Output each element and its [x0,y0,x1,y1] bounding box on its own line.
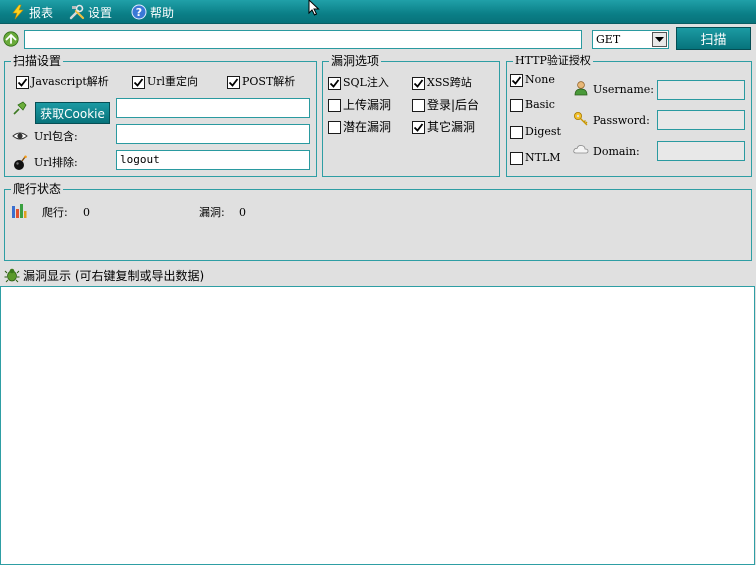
menu-item-report[interactable]: 报表 [10,4,53,20]
checkbox-auth-none[interactable] [510,73,523,87]
scan-settings-group: 扫描设置 Javascript解析 Url重定向 POST解析 获取Cookie… [4,54,317,177]
vuln-count-label: 漏洞: [199,206,225,219]
checkbox-other[interactable] [412,120,425,134]
bar-chart-icon [12,204,27,218]
vuln-upload-label: 上传漏洞 [343,98,392,112]
url-include-input[interactable] [116,124,310,144]
bug-icon [4,268,20,283]
menu-item-settings[interactable]: 设置 [69,4,112,20]
vuln-sql-injection-label: SQL注入 [343,76,389,89]
http-auth-title: HTTP验证授权 [513,54,593,68]
checkbox-url-redirect[interactable] [132,75,145,89]
get-cookie-button[interactable]: 获取Cookie [35,102,110,124]
checkbox-auth-ntlm[interactable] [510,151,523,165]
scan-button[interactable]: 扫描 [676,27,751,50]
menu-item-report-label: 报表 [29,5,54,20]
menu-item-help[interactable]: ? 帮助 [131,4,174,20]
checkbox-javascript-parse[interactable] [16,75,29,89]
url-input[interactable] [24,30,582,49]
username-label: Username: [593,83,654,96]
option-javascript-parse-label: Javascript解析 [31,75,109,88]
auth-basic[interactable]: Basic [510,98,555,112]
vuln-other[interactable]: 其它漏洞 [412,120,475,134]
method-select-value: GET [596,33,621,46]
scan-settings-title: 扫描设置 [11,54,64,68]
user-icon [574,81,588,96]
domain-label: Domain: [593,145,640,158]
tools-icon [69,4,85,20]
lightning-icon [12,4,24,20]
auth-basic-label: Basic [525,98,555,111]
checkbox-post-parse[interactable] [227,75,240,89]
vuln-xss-label: XSS跨站 [427,76,472,89]
cloud-icon [573,145,589,154]
option-url-redirect-label: Url重定向 [147,75,199,88]
auth-none[interactable]: None [510,73,555,87]
checkbox-auth-digest[interactable] [510,125,523,139]
crawl-status-title: 爬行状态 [11,182,64,196]
auth-none-label: None [525,73,555,86]
domain-input[interactable] [657,141,745,161]
crawl-count-value: 0 [83,206,90,219]
method-select[interactable]: GET [592,30,669,49]
auth-ntlm-label: NTLM [525,151,561,164]
vuln-upload[interactable]: 上传漏洞 [328,98,391,112]
username-input[interactable] [657,80,745,100]
menu-item-settings-label: 设置 [88,5,113,20]
auth-ntlm[interactable]: NTLM [510,151,561,165]
auth-digest-label: Digest [525,125,561,138]
chevron-down-icon[interactable] [652,32,667,47]
vuln-potential-label: 潜在漏洞 [343,120,392,134]
vuln-options-title: 漏洞选项 [329,54,382,68]
auth-digest[interactable]: Digest [510,125,561,139]
vuln-login-admin[interactable]: 登录|后台 [412,98,479,112]
crawl-status-group: 爬行状态 爬行: 0 漏洞: 0 [4,182,752,261]
menu-item-help-label: 帮助 [150,5,175,20]
results-title: 漏洞显示 (可右键复制或导出数据) [23,268,205,283]
url-exclude-input[interactable]: logout [116,150,310,170]
key-icon [574,112,588,126]
password-input[interactable] [657,110,745,130]
checkbox-sql-injection[interactable] [328,76,341,90]
option-post-parse[interactable]: POST解析 [227,75,295,89]
results-header: 漏洞显示 (可右键复制或导出数据) [4,267,204,283]
results-list[interactable] [0,286,755,565]
go-icon[interactable] [3,31,19,47]
bomb-icon [14,155,27,170]
vuln-count-value: 0 [239,206,246,219]
help-icon: ? [131,4,147,20]
menu-bar: 报表 设置 ? 帮助 [0,0,756,24]
mouse-cursor-icon [308,0,320,16]
pin-icon [13,101,27,115]
vuln-login-admin-label: 登录|后台 [427,98,480,112]
vuln-sql-injection[interactable]: SQL注入 [328,76,389,90]
checkbox-auth-basic[interactable] [510,98,523,112]
http-auth-group: HTTP验证授权 None Basic Digest NTLM Username… [506,54,752,177]
checkbox-xss[interactable] [412,76,425,90]
option-url-redirect[interactable]: Url重定向 [132,75,198,89]
vuln-other-label: 其它漏洞 [427,120,476,134]
checkbox-login-admin[interactable] [412,98,425,112]
url-row: GET 扫描 [0,27,756,51]
eye-icon [12,132,28,140]
checkbox-upload[interactable] [328,98,341,112]
checkbox-potential[interactable] [328,120,341,134]
url-include-label: Url包含: [34,130,78,143]
vuln-xss[interactable]: XSS跨站 [412,76,472,90]
url-exclude-label: Url排除: [34,156,78,169]
crawl-count-label: 爬行: [42,206,68,219]
password-label: Password: [593,114,650,127]
option-post-parse-label: POST解析 [242,75,296,88]
svg-text:?: ? [136,6,142,19]
vuln-options-group: 漏洞选项 SQL注入 XSS跨站 上传漏洞 登录|后台 潜在漏洞 其它漏洞 [322,54,500,177]
option-javascript-parse[interactable]: Javascript解析 [16,75,109,89]
vuln-potential[interactable]: 潜在漏洞 [328,120,391,134]
cookie-input[interactable] [116,98,310,118]
